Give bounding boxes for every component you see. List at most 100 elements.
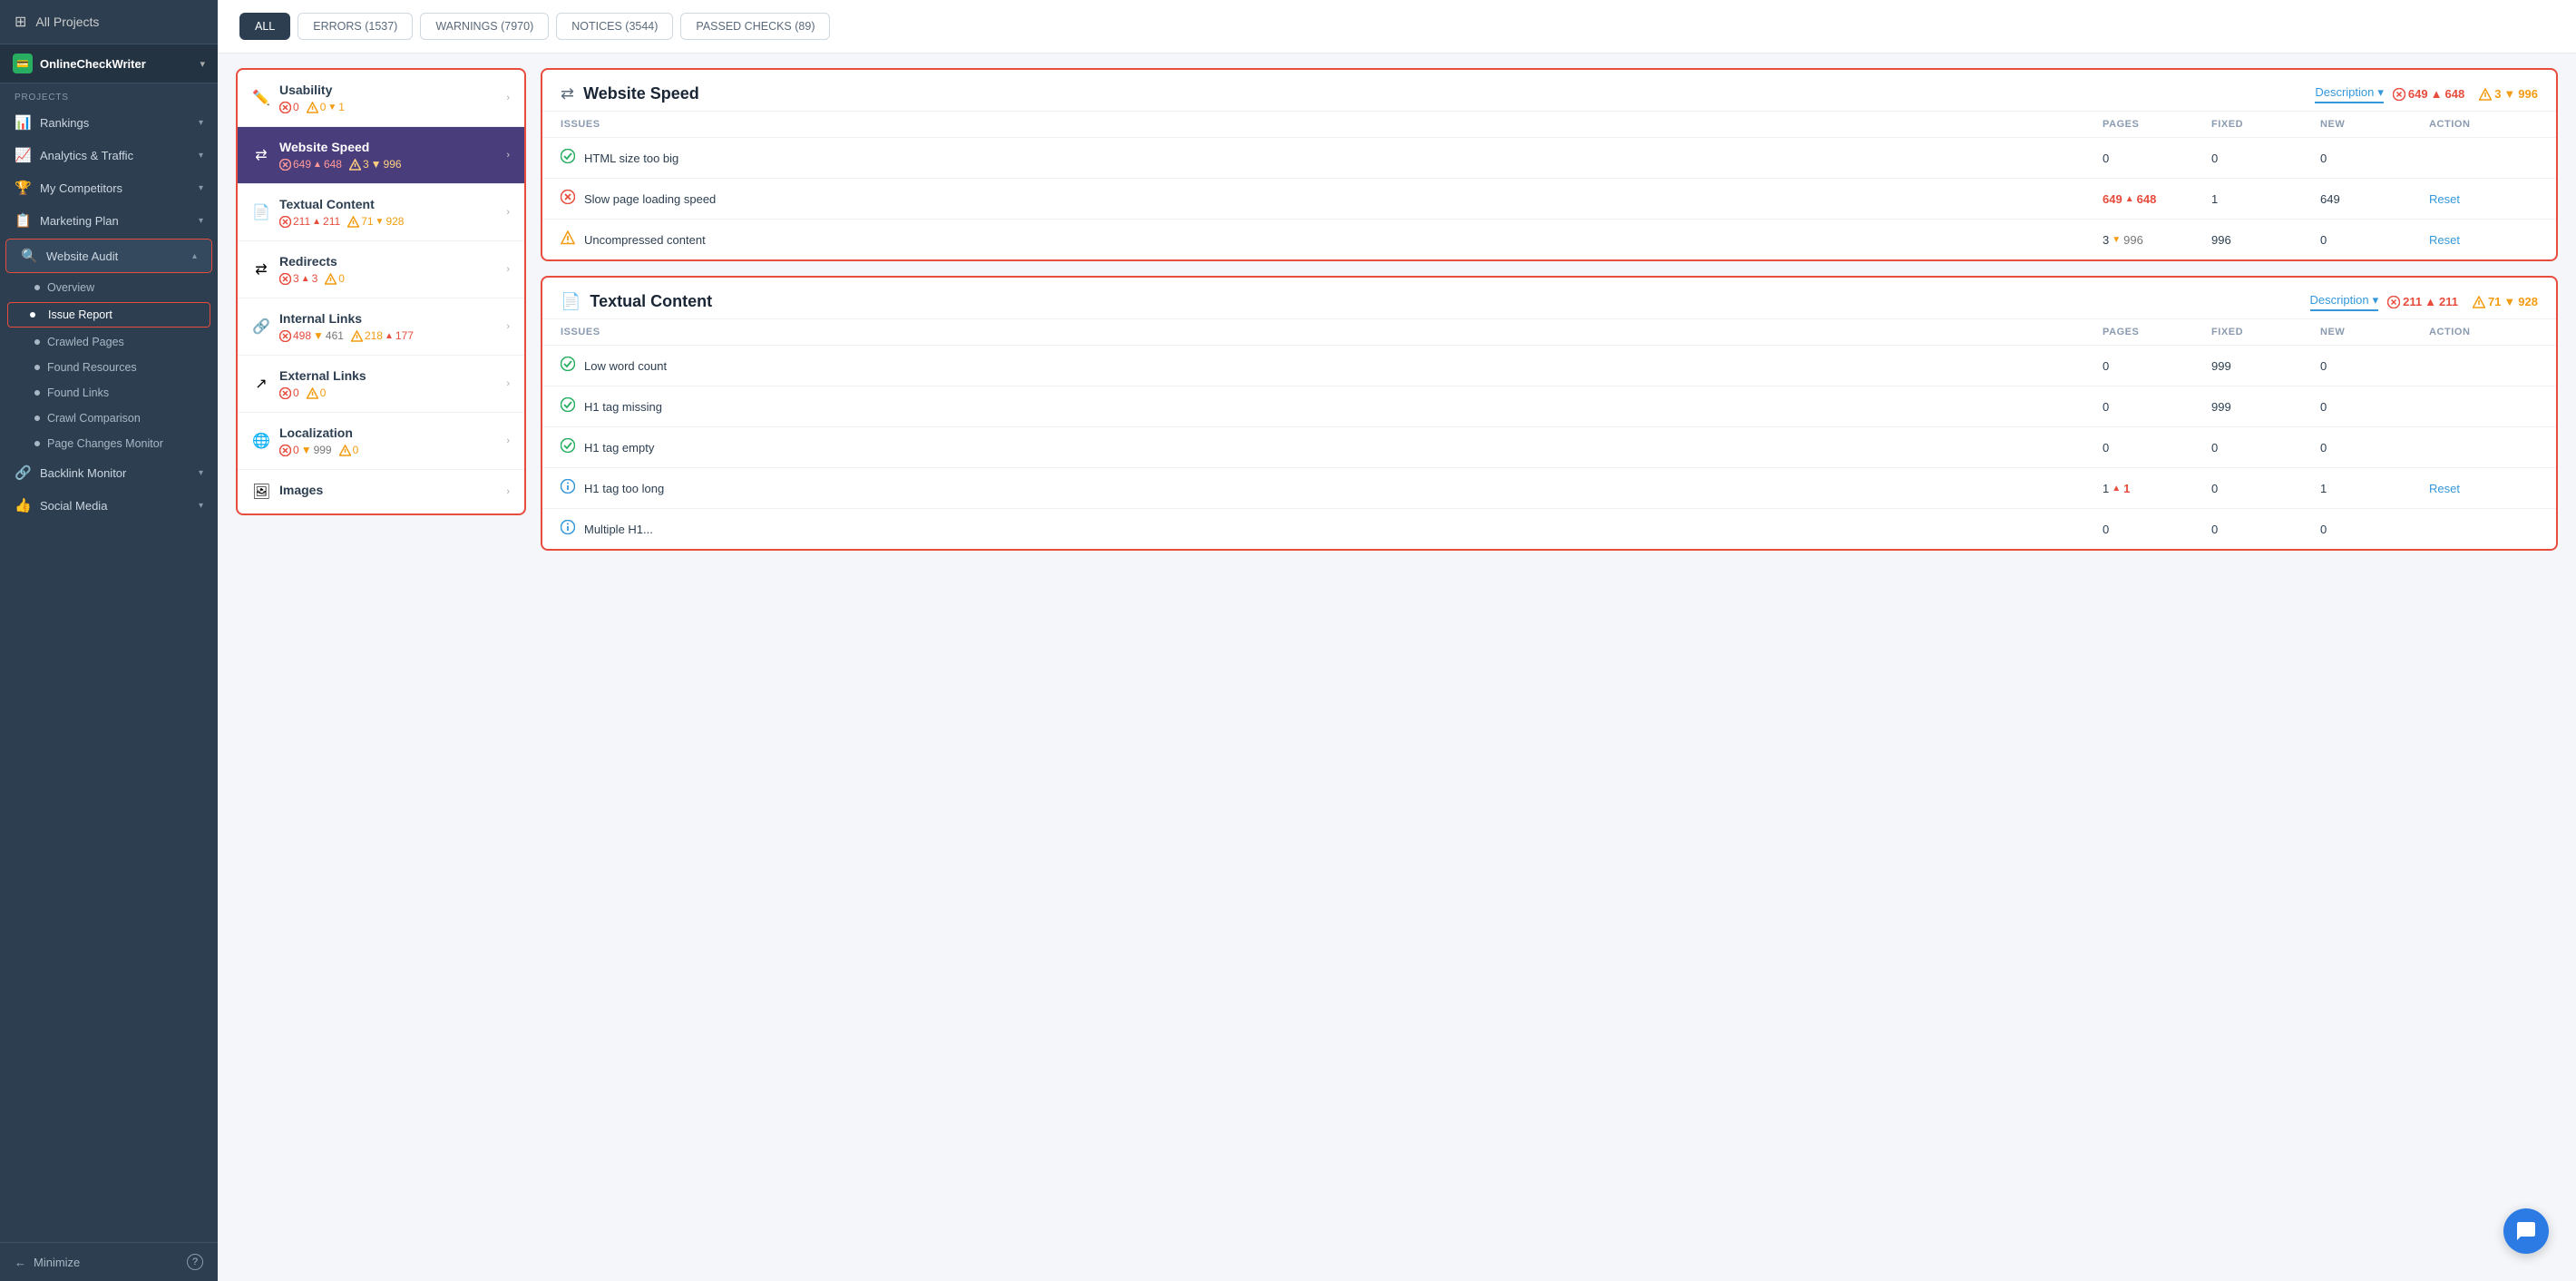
check-circle-icon	[561, 357, 575, 375]
table-header: ISSUES PAGES FIXED NEW ACTION	[542, 318, 2556, 345]
chevron-right-icon: ▾	[199, 151, 203, 161]
chevron-right-icon: ›	[506, 207, 510, 218]
subnav-item-issue-report[interactable]: Issue Report	[7, 302, 210, 328]
website-audit-subnav: Overview Issue Report Crawled Pages Foun…	[0, 275, 218, 456]
website-speed-section: ⇄ Website Speed Description ▾ 649 ▲ 648	[541, 68, 2558, 261]
table-row: Low word count 0 999 0	[542, 345, 2556, 386]
marketing-icon: 📋	[15, 212, 31, 229]
subnav-item-found-links[interactable]: Found Links	[0, 380, 218, 406]
sidebar-item-label: Backlink Monitor	[40, 466, 190, 480]
textual-icon: 📄	[252, 203, 270, 221]
help-icon[interactable]: ?	[187, 1254, 203, 1270]
description-button[interactable]: Description ▾	[2315, 85, 2384, 103]
filter-passed-button[interactable]: PASSED CHECKS (89)	[680, 13, 830, 40]
main-content: ALL ERRORS (1537) WARNINGS (7970) NOTICE…	[218, 0, 2576, 1281]
project-selector[interactable]: 💳 OnlineCheckWriter ▾	[0, 44, 218, 83]
category-textual-content[interactable]: 📄 Textual Content 211 ▲211 71 ▼928	[238, 184, 524, 241]
filter-bar: ALL ERRORS (1537) WARNINGS (7970) NOTICE…	[218, 0, 2576, 54]
sidebar-item-label: Website Audit	[46, 249, 183, 263]
category-localization[interactable]: 🌐 Localization 0 ▼999 0 ›	[238, 413, 524, 470]
chevron-down-icon: ▾	[2377, 85, 2384, 100]
filter-errors-button[interactable]: ERRORS (1537)	[298, 13, 413, 40]
category-external-links[interactable]: ↗ External Links 0 0 ›	[238, 356, 524, 413]
bar-chart-icon: 📊	[15, 114, 31, 131]
projects-section-label: PROJECTS	[0, 83, 218, 106]
info-circle-icon	[561, 520, 575, 538]
category-images[interactable]: 🖼 Images ›	[238, 470, 524, 513]
website-speed-title: Website Speed	[583, 84, 2306, 103]
chevron-right-icon: ›	[506, 321, 510, 332]
chevron-right-icon: ▾	[199, 468, 203, 478]
social-icon: 👍	[15, 497, 31, 513]
table-header: ISSUES PAGES FIXED NEW ACTION	[542, 111, 2556, 137]
table-row: HTML size too big 0 0 0	[542, 137, 2556, 178]
chevron-right-icon: ›	[506, 93, 510, 103]
audit-icon: 🔍	[21, 248, 37, 264]
table-row: Multiple H1... 0 0 0	[542, 508, 2556, 549]
sidebar-item-marketing[interactable]: 📋 Marketing Plan ▾	[0, 204, 218, 237]
filter-warnings-button[interactable]: WARNINGS (7970)	[420, 13, 549, 40]
subnav-item-crawl-comparison[interactable]: Crawl Comparison	[0, 406, 218, 431]
sidebar-item-analytics[interactable]: 📈 Analytics & Traffic ▾	[0, 139, 218, 171]
chat-button[interactable]	[2503, 1208, 2549, 1254]
all-projects-link[interactable]: ⊞ All Projects	[0, 0, 218, 44]
speed-icon: ⇄	[252, 146, 270, 164]
subnav-item-found-resources[interactable]: Found Resources	[0, 355, 218, 380]
competitors-icon: 🏆	[15, 180, 31, 196]
reset-button[interactable]: Reset	[2429, 482, 2538, 495]
home-icon: ⊞	[15, 13, 26, 31]
description-button[interactable]: Description ▾	[2310, 293, 2379, 311]
check-circle-icon	[561, 438, 575, 456]
check-circle-icon	[561, 397, 575, 416]
sidebar-item-backlink[interactable]: 🔗 Backlink Monitor ▾	[0, 456, 218, 489]
sidebar-item-label: Rankings	[40, 116, 190, 130]
filter-all-button[interactable]: ALL	[239, 13, 290, 40]
table-row: H1 tag empty 0 0 0	[542, 426, 2556, 467]
chevron-right-icon: ▾	[199, 501, 203, 511]
textual-content-title: Textual Content	[590, 292, 2300, 311]
chevron-right-icon: ›	[506, 264, 510, 275]
sidebar-item-website-audit[interactable]: 🔍 Website Audit ▴	[5, 239, 212, 273]
chevron-right-icon: ▾	[199, 118, 203, 128]
textual-section-icon: 📄	[561, 292, 581, 311]
sidebar-item-label: Social Media	[40, 499, 190, 513]
subnav-item-crawled-pages[interactable]: Crawled Pages	[0, 329, 218, 355]
speed-section-icon: ⇄	[561, 84, 574, 103]
chevron-right-icon: ›	[506, 486, 510, 497]
sidebar-item-competitors[interactable]: 🏆 My Competitors ▾	[0, 171, 218, 204]
category-redirects[interactable]: ⇄ Redirects 3 ▲3 0 ›	[238, 241, 524, 298]
chevron-right-icon: ›	[506, 378, 510, 389]
subnav-item-overview[interactable]: Overview	[0, 275, 218, 300]
chevron-up-icon: ▴	[192, 251, 197, 261]
table-row: Slow page loading speed 649 ▲ 648 1 649 …	[542, 178, 2556, 219]
table-row: Uncompressed content 3 ▼ 996 996 0 Reset	[542, 219, 2556, 259]
minimize-arrow-icon: ←	[15, 1256, 26, 1269]
minimize-label: Minimize	[34, 1256, 80, 1269]
dot-icon	[34, 416, 40, 421]
sidebar-item-label: Marketing Plan	[40, 214, 190, 228]
dot-icon	[34, 441, 40, 446]
usability-icon: ✏️	[252, 89, 270, 107]
categories-panel: ✏️ Usability 0 0 ▼1 ›	[236, 68, 526, 515]
chevron-right-icon: ▾	[199, 216, 203, 226]
category-internal-links[interactable]: 🔗 Internal Links 498 ▼461 218 ▲177	[238, 298, 524, 356]
category-usability[interactable]: ✏️ Usability 0 0 ▼1 ›	[238, 70, 524, 127]
sidebar-item-label: Analytics & Traffic	[40, 149, 190, 162]
sidebar-item-rankings[interactable]: 📊 Rankings ▾	[0, 106, 218, 139]
right-panel: ⇄ Website Speed Description ▾ 649 ▲ 648	[541, 68, 2558, 1266]
reset-button[interactable]: Reset	[2429, 233, 2538, 247]
filter-notices-button[interactable]: NOTICES (3544)	[556, 13, 673, 40]
content-area: ✏️ Usability 0 0 ▼1 ›	[218, 54, 2576, 1281]
dot-icon	[34, 339, 40, 345]
images-icon: 🖼	[252, 483, 270, 501]
minimize-button[interactable]: ← Minimize ?	[0, 1242, 218, 1281]
localization-icon: 🌐	[252, 432, 270, 450]
error-circle-icon	[561, 190, 575, 208]
section-summary: 649 ▲ 648 3 ▼ 996	[2393, 87, 2538, 101]
subnav-item-page-changes[interactable]: Page Changes Monitor	[0, 431, 218, 456]
project-chevron-icon: ▾	[200, 58, 205, 70]
reset-button[interactable]: Reset	[2429, 192, 2538, 206]
sidebar-item-social[interactable]: 👍 Social Media ▾	[0, 489, 218, 522]
category-website-speed[interactable]: ⇄ Website Speed 649 ▲648 3 ▼996	[238, 127, 524, 184]
external-links-icon: ↗	[252, 375, 270, 393]
